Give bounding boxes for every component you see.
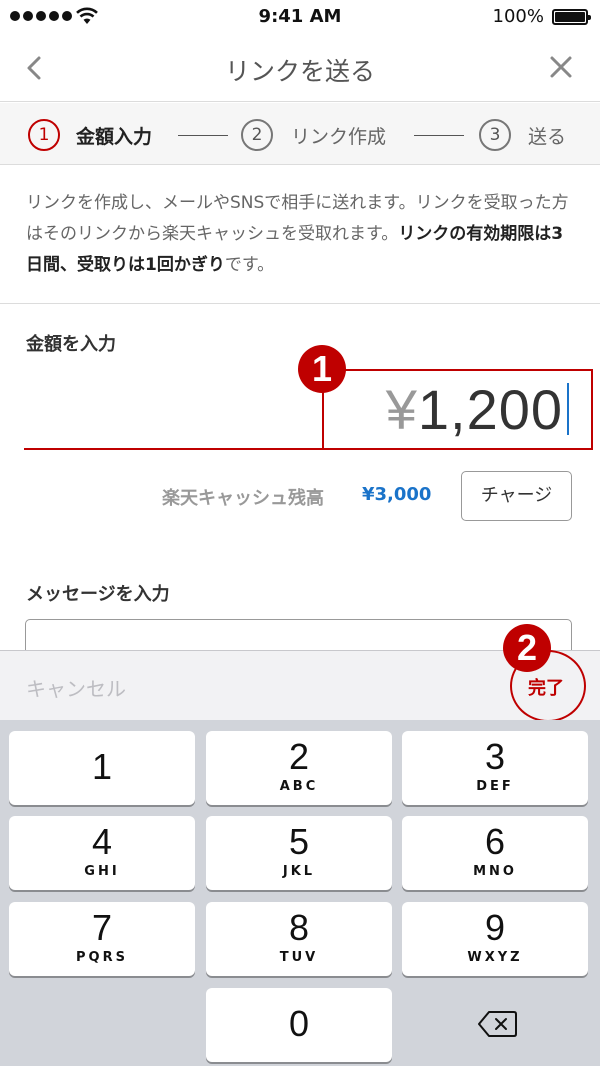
- nav-bar: リンクを送る: [0, 34, 600, 102]
- currency-symbol: ¥: [385, 378, 418, 441]
- key-6[interactable]: 6 MNO: [402, 816, 588, 890]
- key-5[interactable]: 5 JKL: [206, 816, 392, 890]
- key-letters: JKL: [282, 864, 316, 879]
- step-3-number: 3: [479, 119, 511, 151]
- battery-percent: 100%: [492, 6, 544, 27]
- key-8[interactable]: 8 TUV: [206, 902, 392, 976]
- key-letters: MNO: [473, 864, 517, 879]
- done-button[interactable]: 完了: [528, 674, 564, 700]
- charge-button[interactable]: チャージ: [461, 471, 572, 521]
- progress-stepper: 1 金額入力 2 リンク作成 3 送る: [0, 103, 600, 165]
- key-9[interactable]: 9 WXYZ: [402, 902, 588, 976]
- step-3-label: 送る: [528, 126, 567, 148]
- key-letters: TUV: [279, 950, 319, 965]
- text-caret: [567, 383, 569, 435]
- callout-badge-2: 2: [503, 624, 551, 672]
- key-letters: GHI: [84, 864, 120, 879]
- description-text: リンクを作成し、メールやSNSで相手に送れます。リンクを受取った方はそのリンクか…: [26, 188, 574, 281]
- status-bar: 9:41 AM 100%: [0, 0, 600, 34]
- description-part: です。: [224, 255, 275, 275]
- key-digit: 1: [91, 746, 113, 787]
- key-digit: 5: [288, 821, 310, 862]
- amount-underline: [24, 448, 324, 450]
- key-digit: 0: [288, 1003, 310, 1044]
- message-label: メッセージを入力: [26, 584, 170, 605]
- step-1-number: 1: [28, 119, 60, 151]
- step-connector: [178, 135, 228, 136]
- battery-icon: [552, 9, 591, 25]
- balance-value: ¥3,000: [362, 484, 432, 505]
- key-2[interactable]: 2 ABC: [206, 731, 392, 805]
- balance-label: 楽天キャッシュ残高: [162, 488, 324, 509]
- key-letters: PQRS: [76, 950, 128, 965]
- key-0[interactable]: 0: [206, 988, 392, 1062]
- key-letters: WXYZ: [467, 950, 523, 965]
- numeric-keypad: 1 2 ABC 3 DEF 4 GHI 5 JKL 6 MNO 7 PQRS 8 TUV 9 W…: [0, 720, 600, 1066]
- key-letters: DEF: [476, 779, 514, 794]
- key-1[interactable]: 1: [9, 731, 195, 805]
- callout-badge-1: 1: [298, 345, 346, 393]
- page-title: リンクを送る: [224, 57, 375, 86]
- amount-label: 金額を入力: [26, 334, 116, 355]
- key-digit: 4: [91, 821, 113, 862]
- key-7[interactable]: 7 PQRS: [9, 902, 195, 976]
- delete-key[interactable]: [402, 988, 588, 1062]
- cancel-button[interactable]: キャンセル: [26, 673, 126, 702]
- key-digit: 7: [91, 907, 113, 948]
- step-connector: [414, 135, 464, 136]
- key-4[interactable]: 4 GHI: [9, 816, 195, 890]
- key-3[interactable]: 3 DEF: [402, 731, 588, 805]
- amount-value: ¥1,200: [386, 377, 563, 442]
- key-digit: 3: [484, 736, 506, 777]
- backspace-icon: [478, 1011, 517, 1037]
- step-1-label: 金額入力: [76, 126, 153, 148]
- close-icon[interactable]: [546, 52, 576, 82]
- key-digit: 2: [288, 736, 310, 777]
- key-letters: ABC: [279, 779, 319, 794]
- step-2-number: 2: [241, 119, 273, 151]
- key-digit: 6: [484, 821, 506, 862]
- amount-number: 1,200: [417, 378, 563, 441]
- section-divider: [0, 303, 600, 304]
- step-2-label: リンク作成: [291, 126, 387, 148]
- key-digit: 9: [484, 907, 506, 948]
- amount-input[interactable]: ¥1,200: [322, 369, 593, 450]
- key-digit: 8: [288, 907, 310, 948]
